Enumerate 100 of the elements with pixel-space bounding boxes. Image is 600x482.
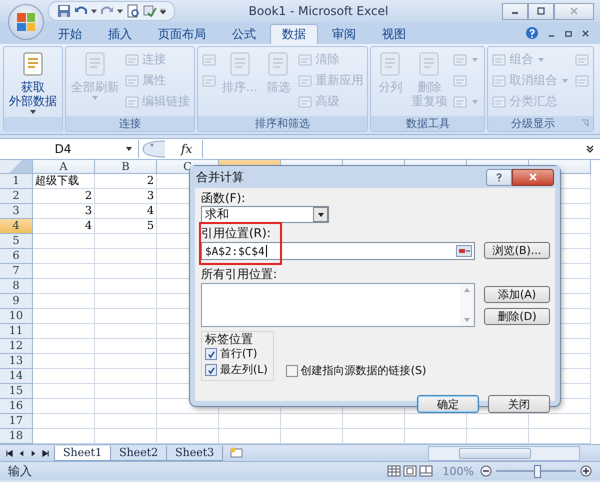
caret-icon[interactable] xyxy=(117,8,123,14)
ribbon-tab[interactable]: 审阅 xyxy=(320,24,368,44)
ok-button[interactable]: 确定 xyxy=(417,395,479,413)
function-dropdown[interactable]: 求和 xyxy=(201,206,329,223)
command-icon xyxy=(298,52,312,66)
delete-button[interactable]: 删除(D) xyxy=(484,308,550,325)
references-list[interactable] xyxy=(201,283,475,327)
ribbon-tab[interactable]: 页面布局 xyxy=(146,24,218,44)
print-preview-icon[interactable] xyxy=(126,4,140,18)
table-cell: 2 xyxy=(33,189,95,204)
sheet-tab[interactable]: Sheet3 xyxy=(166,446,224,460)
table-cell xyxy=(95,399,157,414)
page-break-icon[interactable] xyxy=(418,465,433,477)
checkbox[interactable] xyxy=(205,348,217,360)
row-header[interactable]: 7 xyxy=(0,264,33,279)
expand-icon[interactable] xyxy=(585,144,595,154)
table-cell: 5 xyxy=(95,219,157,234)
table-cell xyxy=(95,414,157,429)
insert-function-button[interactable]: fx xyxy=(169,142,202,156)
table-cell xyxy=(33,309,95,324)
save-icon[interactable] xyxy=(57,4,71,18)
maximize-icon xyxy=(536,6,546,16)
checkbox-label[interactable]: 最左列(L) xyxy=(220,362,268,378)
row-header[interactable]: 15 xyxy=(0,384,33,399)
last-sheet-icon[interactable] xyxy=(41,448,50,458)
caret-icon xyxy=(472,100,478,104)
row-header[interactable]: 3 xyxy=(0,204,33,219)
ribbon-button[interactable]: 获取 外部数据 xyxy=(7,49,59,117)
row-header[interactable]: 18 xyxy=(0,429,33,444)
ribbon-tab[interactable]: 开始 xyxy=(46,24,94,44)
horizontal-scrollbar[interactable] xyxy=(428,446,580,460)
close-icon xyxy=(569,6,579,16)
ribbon-tab[interactable]: 公式 xyxy=(220,24,268,44)
command-icon xyxy=(125,52,139,66)
row-header[interactable]: 12 xyxy=(0,339,33,354)
column-header[interactable]: B xyxy=(95,160,157,174)
ribbon-tab[interactable]: 数据 xyxy=(270,24,318,44)
maximize-button[interactable] xyxy=(528,2,554,20)
command-icon xyxy=(492,94,506,108)
table-cell xyxy=(33,294,95,309)
collapse-dialog-icon[interactable] xyxy=(456,245,472,257)
column-header[interactable]: A xyxy=(33,160,95,174)
customize-icon[interactable] xyxy=(160,8,166,14)
checkbox-label[interactable]: 创建指向源数据的链接(S) xyxy=(300,363,426,379)
window-title: Book1 - Microsoft Excel xyxy=(248,4,388,18)
page-layout-icon[interactable] xyxy=(402,465,417,477)
table-cell xyxy=(33,234,95,249)
checkbox[interactable] xyxy=(205,364,217,376)
office-button[interactable] xyxy=(8,4,44,40)
sheet-tab[interactable]: Sheet1 xyxy=(54,446,112,460)
table-cell xyxy=(33,264,95,279)
browse-button[interactable]: 浏览(B)... xyxy=(484,242,550,259)
zoom-in-icon[interactable] xyxy=(580,465,592,477)
close-icon xyxy=(528,172,538,182)
close-icon[interactable] xyxy=(581,28,590,38)
row-header[interactable]: 9 xyxy=(0,294,33,309)
function-label: 函数(F): xyxy=(201,191,246,205)
row-header[interactable]: 1 xyxy=(0,174,33,189)
row-header[interactable]: 11 xyxy=(0,324,33,339)
first-sheet-icon[interactable] xyxy=(5,448,14,458)
row-header[interactable]: 4 xyxy=(0,219,33,234)
checkbox-label[interactable]: 首行(T) xyxy=(220,346,258,362)
group-footer xyxy=(4,117,62,132)
ribbon-tab[interactable]: 插入 xyxy=(96,24,144,44)
help-button[interactable] xyxy=(486,168,512,186)
name-box[interactable]: D4 xyxy=(0,140,139,158)
row-header[interactable]: 16 xyxy=(0,399,33,414)
restore-icon[interactable] xyxy=(564,28,573,38)
row-header[interactable]: 10 xyxy=(0,309,33,324)
caret-icon xyxy=(562,78,568,82)
table-cell xyxy=(33,414,95,429)
row-header[interactable]: 17 xyxy=(0,414,33,429)
sheet-tab[interactable]: Sheet2 xyxy=(110,446,168,460)
command-icon xyxy=(453,94,468,108)
zoom-slider-thumb[interactable] xyxy=(534,465,541,478)
minimize-button[interactable] xyxy=(502,2,528,20)
zoom-out-icon[interactable] xyxy=(480,465,492,477)
previous-sheet-icon[interactable] xyxy=(17,448,26,458)
row-header[interactable]: 2 xyxy=(0,189,33,204)
caret-icon xyxy=(30,110,36,114)
add-button[interactable]: 添加(A) xyxy=(484,286,550,303)
row-header[interactable]: 5 xyxy=(0,234,33,249)
table-cell xyxy=(33,369,95,384)
next-sheet-icon[interactable] xyxy=(29,448,38,458)
table-cell xyxy=(157,414,219,429)
row-header[interactable]: 13 xyxy=(0,354,33,369)
help-icon[interactable] xyxy=(525,26,539,40)
row-header[interactable]: 8 xyxy=(0,279,33,294)
insert-sheet-icon[interactable] xyxy=(229,447,246,459)
checkbox[interactable] xyxy=(286,365,298,377)
close-button[interactable] xyxy=(512,168,554,186)
ribbon-tab[interactable]: 视图 xyxy=(370,24,418,44)
table-cell xyxy=(33,399,95,414)
close-dialog-button[interactable]: 关闭 xyxy=(488,395,550,413)
row-header[interactable]: 14 xyxy=(0,369,33,384)
normal-view-icon[interactable] xyxy=(386,465,401,477)
row-header[interactable]: 6 xyxy=(0,249,33,264)
table-cell xyxy=(281,414,343,429)
reference-field[interactable]: $A$2:$C$4 xyxy=(201,242,475,260)
caret-icon[interactable] xyxy=(91,8,97,14)
